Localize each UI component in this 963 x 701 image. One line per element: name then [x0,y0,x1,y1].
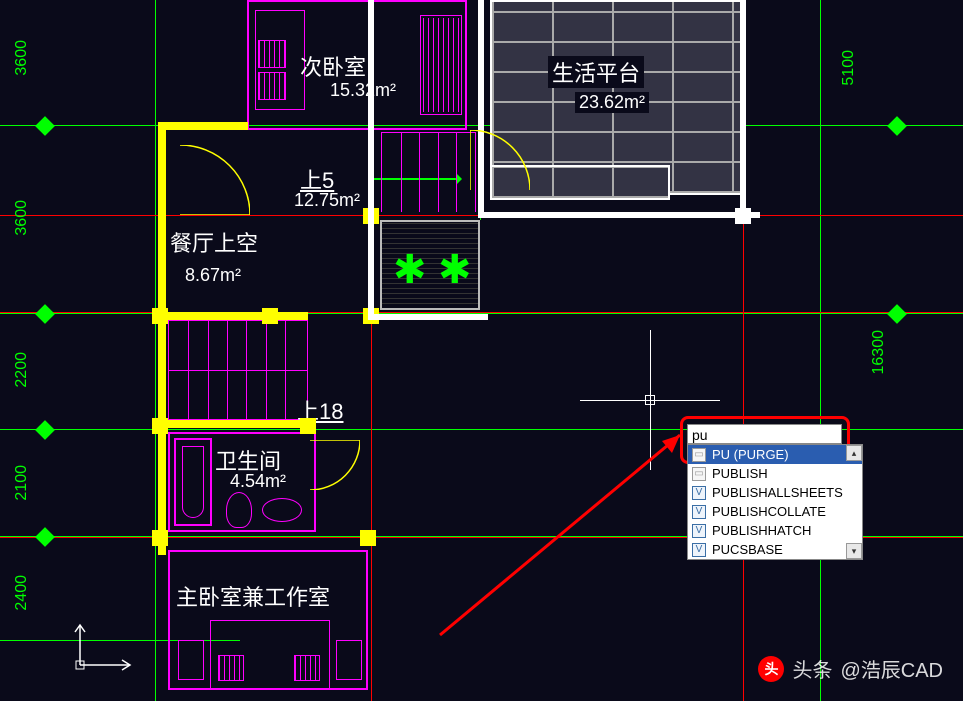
var-icon: V [692,505,706,519]
axis-tick [887,304,907,324]
door-arc [310,440,360,490]
bathtub [174,438,212,526]
secondary-bedroom-label: 次卧室 [300,50,366,82]
wall-white [480,212,760,218]
bed-pillow [258,72,286,100]
column [152,308,168,324]
watermark-prefix: 头条 [792,654,832,683]
column [262,308,278,324]
axis-tick [35,527,55,547]
toilet [226,492,252,528]
wall-white [368,0,374,320]
scroll-down-button[interactable]: ▾ [846,543,862,559]
dining-void-area: 8.67m² [185,265,241,286]
stair-up5-area: 12.75m² [294,190,360,211]
stairs-main [168,320,308,420]
sink [262,498,302,522]
column [300,418,316,434]
autocomplete-item-publishcollate[interactable]: V PUBLISHCOLLATE [688,502,862,521]
dim-left-5: 2400 [13,575,31,611]
column [152,530,168,546]
wall-segment [158,122,248,130]
column-white [735,208,751,224]
column [152,418,168,434]
wall-white [740,0,746,218]
bed-pillow [258,40,286,68]
watermark: 头 头条 @浩辰CAD [758,654,943,683]
autocomplete-item-purge[interactable]: ▭ PU (PURGE) [688,445,862,464]
doc-icon: ▭ [692,448,706,462]
ucs-icon [70,620,140,675]
dim-left-4: 2100 [13,465,31,501]
nightstand [178,640,204,680]
axis-v [155,0,156,701]
axis-v [820,0,821,701]
autocomplete-item-publishallsheets[interactable]: V PUBLISHALLSHEETS [688,483,862,502]
grid-red-h [0,312,963,313]
axis-tick [887,116,907,136]
secondary-bedroom-area: 15.32m² [330,80,396,101]
dim-left-2: 3600 [13,200,31,236]
axis-tick [35,116,55,136]
dim-right-top: 5100 [840,50,858,86]
dining-void-label: 餐厅上空 [170,226,258,258]
toutiao-logo-icon: 头 [758,656,784,682]
living-platform-area: 23.62m² [575,92,649,113]
var-icon: V [692,486,706,500]
bathroom-area: 4.54m² [230,471,286,492]
stairs-up5 [381,132,476,212]
doc-icon: ▭ [692,467,706,481]
axis-tick [35,304,55,324]
master-pillow [294,655,320,681]
living-platform-label: 生活平台 [548,56,644,88]
autocomplete-list[interactable]: ▭ PU (PURGE) ▭ PUBLISH V PUBLISHALLSHEET… [687,444,863,560]
autocomplete-item-publishhatch[interactable]: V PUBLISHHATCH [688,521,862,540]
scroll-up-button[interactable]: ▴ [846,445,862,461]
dim-left-3: 2200 [13,352,31,388]
callout-arrow [440,435,700,635]
wall-segment [158,312,308,320]
wall-white [368,314,488,320]
wall-segment [158,125,166,555]
var-icon: V [692,543,706,557]
dim-right-overall: 16300 [870,330,888,375]
plant-icon: ✱ [393,258,427,282]
axis-tick [35,420,55,440]
command-input[interactable]: pu [687,424,842,444]
wardrobe-hatch [423,18,459,112]
master-pillow [218,655,244,681]
cad-canvas[interactable]: 3600 3600 2200 2100 2400 5100 16300 次卧室 … [0,0,963,701]
autocomplete-item-publish[interactable]: ▭ PUBLISH [688,464,862,483]
autocomplete-item-pucsbase[interactable]: V PUCSBASE [688,540,862,559]
plant-icon: ✱ [438,258,472,282]
door-arc [470,130,530,190]
wall-segment [158,420,308,428]
watermark-handle: @浩辰CAD [840,654,943,683]
master-label: 主卧室兼工作室 [176,580,330,612]
door-arc [180,145,250,215]
nightstand [336,640,362,680]
var-icon: V [692,524,706,538]
dim-left-1: 3600 [13,40,31,76]
column [360,530,376,546]
